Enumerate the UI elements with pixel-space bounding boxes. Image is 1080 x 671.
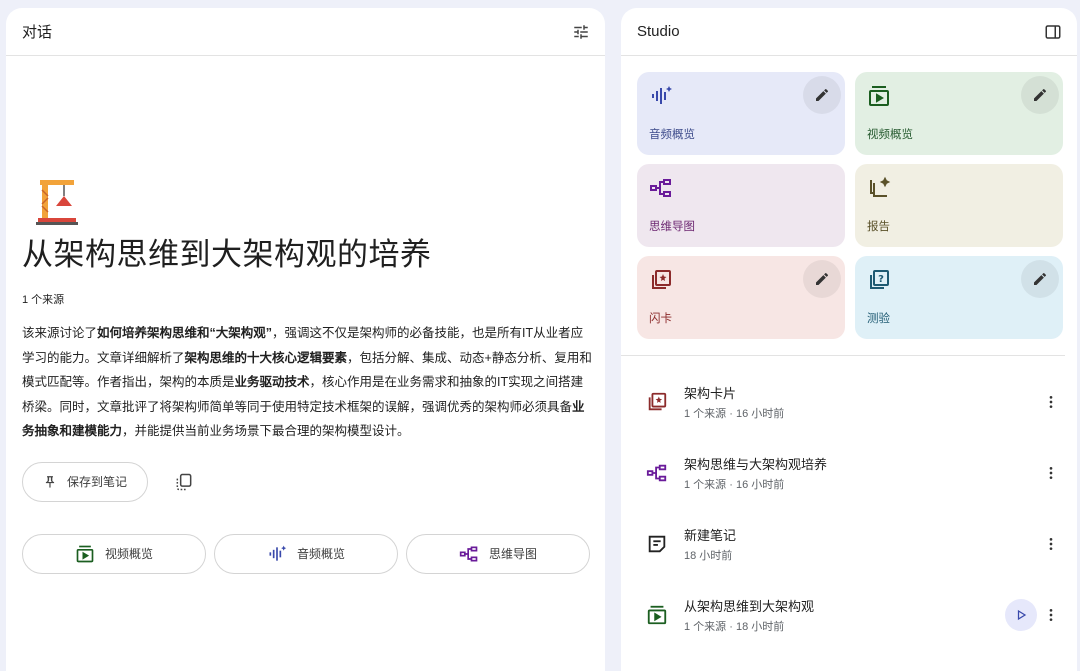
document-title: 从架构思维到大架构观的培养 bbox=[22, 237, 432, 272]
note-meta: 1 个来源 · 16 小时前 bbox=[684, 407, 785, 420]
flashcard-icon bbox=[645, 390, 669, 414]
video-overview-button[interactable]: 视频概览 bbox=[22, 533, 206, 574]
studio-tiles: 音频概览 视频概览 思维导图 报告 闪卡 ? 测验 bbox=[637, 72, 1063, 339]
tile-report[interactable]: 报告 bbox=[855, 164, 1063, 247]
edit-icon[interactable] bbox=[1021, 76, 1059, 114]
note-icon bbox=[645, 532, 669, 556]
mindmap-button[interactable]: 思维导图 bbox=[406, 533, 590, 574]
studio-panel: Studio 音频概览 视频概览 思维导图 报告 闪卡 ? 测验 架构卡片 1 … bbox=[621, 8, 1077, 671]
note-meta: 1 个来源 · 18 小时前 bbox=[684, 620, 785, 633]
quiz-icon: ? bbox=[870, 270, 889, 289]
note-text: 从架构思维到大架构观 1 个来源 · 18 小时前 bbox=[684, 596, 814, 634]
video-icon bbox=[645, 603, 669, 627]
edit-icon[interactable] bbox=[803, 76, 841, 114]
note-item[interactable]: 架构思维与大架构观培养 1 个来源 · 16 小时前 bbox=[637, 437, 1065, 508]
tune-icon[interactable] bbox=[567, 18, 595, 46]
note-text: 新建笔记 18 小时前 bbox=[684, 525, 736, 563]
mindmap-label: 思维导图 bbox=[488, 547, 537, 561]
chat-title: 对话 bbox=[22, 24, 53, 41]
tile-video-overview[interactable]: 视频概览 bbox=[855, 72, 1063, 155]
collapse-panel-icon[interactable] bbox=[1039, 18, 1067, 46]
video-overview-icon bbox=[76, 545, 94, 562]
video-icon bbox=[869, 86, 889, 106]
tile-mindmap-label: 思维导图 bbox=[649, 221, 695, 233]
note-item[interactable]: 新建笔记 18 小时前 bbox=[637, 508, 1065, 579]
save-to-note-button[interactable]: 保存到笔记 bbox=[22, 461, 148, 502]
report-icon bbox=[870, 176, 891, 197]
notes-list: 架构卡片 1 个来源 · 16 小时前 架构思维与大架构观培养 1 个来源 · … bbox=[637, 366, 1065, 650]
note-item[interactable]: 从架构思维到大架构观 1 个来源 · 18 小时前 bbox=[637, 579, 1065, 650]
more-vert-icon[interactable] bbox=[1037, 601, 1065, 629]
note-meta: 1 个来源 · 16 小时前 bbox=[684, 478, 785, 491]
svg-text:?: ? bbox=[878, 274, 884, 285]
tile-report-label: 报告 bbox=[867, 221, 890, 233]
edit-icon[interactable] bbox=[1021, 260, 1059, 298]
save-row: 保存到笔记 bbox=[22, 461, 592, 502]
pin-icon bbox=[45, 475, 55, 488]
chat-header: 对话 bbox=[6, 8, 605, 56]
tile-video-label: 视频概览 bbox=[867, 129, 913, 141]
note-text: 架构思维与大架构观培养 1 个来源 · 16 小时前 bbox=[684, 454, 827, 492]
audio-overview-icon bbox=[269, 545, 287, 561]
tile-quiz-label: 测验 bbox=[867, 313, 890, 325]
edit-icon[interactable] bbox=[803, 260, 841, 298]
more-vert-icon[interactable] bbox=[1037, 530, 1065, 558]
mindmap-icon bbox=[650, 179, 671, 197]
note-title: 架构思维与大架构观培养 bbox=[684, 456, 828, 472]
chat-content: 从架构思维到大架构观的培养 1 个来源 该来源讨论了如何培养架构思维和“大架构观… bbox=[22, 178, 592, 574]
video-overview-label: 视频概览 bbox=[104, 547, 153, 561]
overview-actions: 视频概览 音频概览 思维导图 bbox=[22, 533, 592, 574]
mindmap-icon bbox=[645, 461, 669, 485]
source-count: 1 个来源 bbox=[22, 294, 65, 306]
note-title: 新建笔记 bbox=[684, 527, 737, 543]
flashcard-icon bbox=[652, 270, 671, 289]
crane-emoji-icon bbox=[36, 180, 78, 225]
more-vert-icon[interactable] bbox=[1037, 388, 1065, 416]
tile-mindmap[interactable]: 思维导图 bbox=[637, 164, 845, 247]
studio-header: Studio bbox=[621, 8, 1077, 56]
tile-audio-label: 音频概览 bbox=[649, 129, 695, 141]
tile-quiz[interactable]: ? 测验 bbox=[855, 256, 1063, 339]
audio-overview-button[interactable]: 音频概览 bbox=[214, 533, 398, 574]
note-meta: 18 小时前 bbox=[684, 549, 733, 562]
save-to-note-label: 保存到笔记 bbox=[66, 475, 127, 489]
summary-text: 该来源讨论了如何培养架构思维和“大架构观”，强调这不仅是架构师的必备技能，也是所… bbox=[22, 326, 592, 438]
tile-audio-overview[interactable]: 音频概览 bbox=[637, 72, 845, 155]
divider bbox=[621, 355, 1065, 356]
audio-overview-label: 音频概览 bbox=[296, 547, 345, 561]
chat-panel: 对话 从架构思维到大架构观的培养 1 个来源 该来源讨论了如何培养架构思维和“大… bbox=[6, 8, 605, 671]
note-title: 从架构思维到大架构观 bbox=[684, 598, 815, 614]
audio-wave-icon bbox=[652, 86, 672, 104]
tile-flashcard-label: 闪卡 bbox=[649, 313, 672, 325]
mindmap-icon bbox=[459, 546, 478, 561]
play-button[interactable] bbox=[1005, 598, 1037, 631]
note-item[interactable]: 架构卡片 1 个来源 · 16 小时前 bbox=[637, 366, 1065, 437]
note-text: 架构卡片 1 个来源 · 16 小时前 bbox=[684, 383, 784, 421]
note-title: 架构卡片 bbox=[684, 385, 737, 401]
studio-title: Studio bbox=[637, 23, 680, 40]
copy-icon[interactable] bbox=[172, 470, 196, 494]
more-vert-icon[interactable] bbox=[1037, 459, 1065, 487]
tile-flashcard[interactable]: 闪卡 bbox=[637, 256, 845, 339]
play-icon bbox=[1017, 609, 1027, 620]
